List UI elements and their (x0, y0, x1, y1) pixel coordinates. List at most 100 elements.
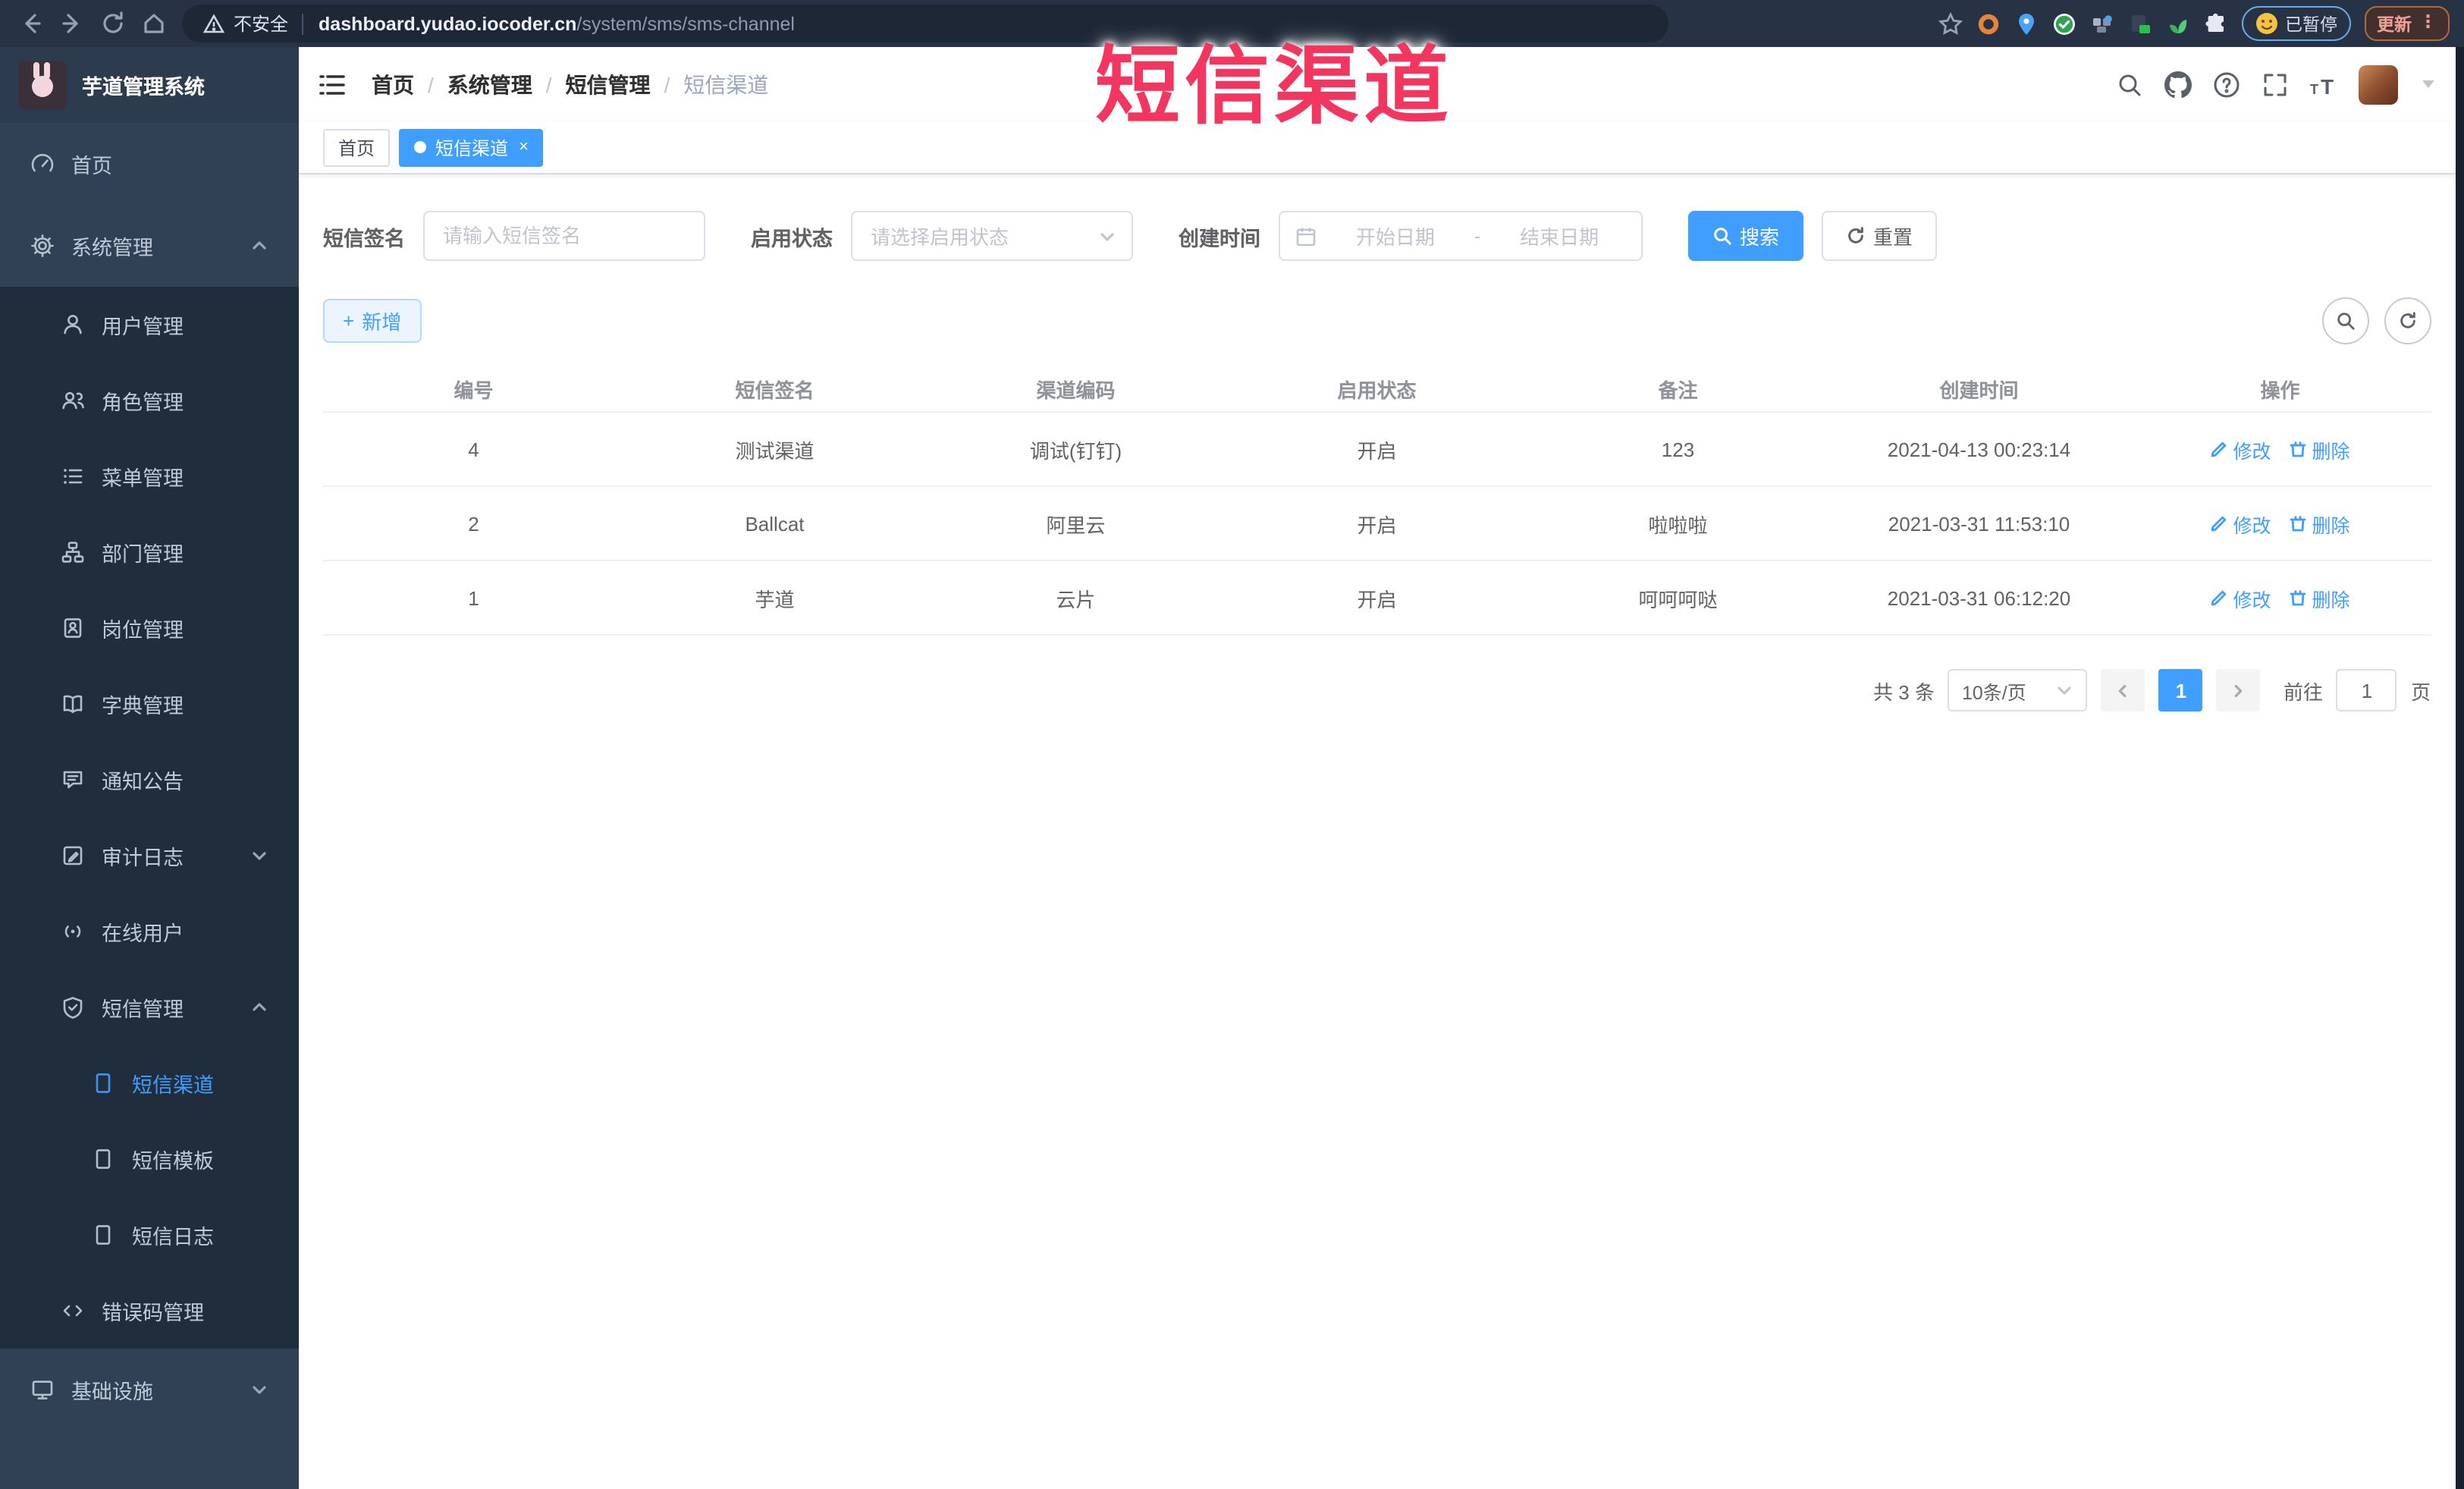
app-window: 不安全 dashboard.yudao.iocoder.cn/system/sm… (0, 0, 2464, 1489)
sidebar-item-system-mgmt[interactable]: 系统管理 (0, 205, 299, 287)
sidebar-item-sms-mgmt[interactable]: 短信管理 (0, 969, 299, 1045)
sidebar-item-user-mgmt[interactable]: 用户管理 (0, 287, 299, 363)
delete-link[interactable]: 删除 (2290, 509, 2350, 538)
prev-page-button[interactable] (2101, 669, 2145, 712)
chevron-up-icon (253, 1003, 266, 1011)
app-title: 芋道管理系统 (82, 76, 205, 99)
add-button[interactable]: + 新增 (323, 299, 422, 343)
end-date-placeholder[interactable]: 结束日期 (1493, 221, 1626, 250)
breadcrumb-home[interactable]: 首页 (372, 69, 414, 99)
home-icon[interactable] (141, 11, 167, 36)
profile-paused-badge[interactable]: 已暂停 (2241, 6, 2351, 41)
sidebar-item-sms-log[interactable]: 短信日志 (0, 1197, 299, 1273)
sidebar-item-home[interactable]: 首页 (0, 123, 299, 205)
next-page-button[interactable] (2216, 669, 2261, 712)
tag-home[interactable]: 首页 (323, 128, 391, 166)
goto-page-input[interactable] (2336, 669, 2397, 712)
tag-close-icon[interactable]: × (519, 138, 529, 155)
page-size-select[interactable]: 10条/页 (1948, 669, 2088, 712)
status-select[interactable]: 请选择启用状态 (851, 211, 1133, 261)
cell-id: 2 (468, 512, 479, 535)
search-button[interactable]: 搜索 (1688, 211, 1804, 261)
refresh-icon (1848, 227, 1863, 243)
extension-grid-icon[interactable] (2089, 11, 2114, 36)
refresh-table-button[interactable] (2384, 297, 2431, 344)
sidebar-item-dict-mgmt[interactable]: 字典管理 (0, 666, 299, 742)
sidebar-item-audit-log[interactable]: 审计日志 (0, 818, 299, 894)
sidebar-item-sms-template[interactable]: 短信模板 (0, 1121, 299, 1197)
extension-dark-icon[interactable] (2127, 11, 2152, 36)
app-logo[interactable]: 芋道管理系统 (0, 47, 299, 123)
sidebar-item-role-mgmt[interactable]: 角色管理 (0, 363, 299, 438)
chevron-down-icon (1100, 232, 1114, 240)
caret-down-icon[interactable] (2422, 80, 2434, 88)
sidebar-item-notice-mgmt[interactable]: 通知公告 (0, 742, 299, 818)
document-icon (96, 1073, 111, 1093)
toggle-search-button[interactable] (2321, 297, 2368, 344)
cell-code: 云片 (1056, 588, 1096, 611)
filter-form: 短信签名 启用状态 请选择启用状态 创建时间 开始日期 - 结束日期 搜索 重置 (323, 211, 2431, 261)
fullscreen-icon[interactable] (2261, 71, 2288, 98)
code-icon (63, 1305, 83, 1317)
extension-pin-icon[interactable] (2014, 11, 2038, 36)
table-toolbar: + 新增 (323, 297, 2431, 344)
browser-update-button[interactable]: 更新 ⋮ (2365, 6, 2449, 41)
chevron-right-icon (2235, 683, 2243, 697)
refresh-icon (2400, 312, 2415, 328)
total-count: 共 3 条 (1873, 680, 1935, 703)
sign-input[interactable] (423, 211, 705, 261)
cell-status: 开启 (1357, 588, 1397, 611)
back-icon[interactable] (18, 11, 44, 36)
bookmark-star-icon[interactable] (1938, 11, 1962, 36)
sidebar-item-sms-channel[interactable]: 短信渠道 (0, 1045, 299, 1121)
user-avatar[interactable] (2358, 64, 2397, 104)
github-icon[interactable] (2164, 71, 2191, 98)
page-number-1[interactable]: 1 (2158, 669, 2203, 712)
extension-check-icon[interactable] (2051, 11, 2076, 36)
start-date-placeholder[interactable]: 开始日期 (1329, 221, 1462, 250)
chevron-up-icon (253, 241, 266, 250)
extensions-puzzle-icon[interactable] (2203, 11, 2227, 36)
sidebar-item-label: 短信管理 (102, 998, 184, 1021)
gear-icon (31, 234, 54, 257)
help-icon[interactable] (2212, 71, 2240, 98)
edit-link[interactable]: 修改 (2210, 435, 2271, 463)
address-bar[interactable]: 不安全 dashboard.yudao.iocoder.cn/system/sm… (182, 5, 1668, 42)
sidebar-item-post-mgmt[interactable]: 岗位管理 (0, 590, 299, 666)
reset-button[interactable]: 重置 (1822, 211, 1938, 261)
search-icon[interactable] (2115, 71, 2142, 98)
security-label[interactable]: 不安全 (234, 11, 288, 36)
cell-sign: 芋道 (755, 588, 795, 611)
extension-orange-icon[interactable] (1976, 11, 2000, 36)
cell-status: 开启 (1357, 514, 1397, 536)
sidebar-item-label: 首页 (71, 155, 112, 177)
forward-icon[interactable] (59, 11, 85, 36)
document-icon (96, 1225, 111, 1245)
chevron-down-icon (253, 1386, 266, 1394)
tag-sms-channel[interactable]: 短信渠道 × (399, 128, 544, 166)
edit-link[interactable]: 修改 (2210, 583, 2271, 612)
warning-icon (203, 13, 224, 33)
sidebar-item-online-users[interactable]: 在线用户 (0, 894, 299, 969)
sidebar-item-infrastructure[interactable]: 基础设施 (0, 1349, 299, 1431)
delete-link[interactable]: 删除 (2290, 435, 2350, 463)
edit-link[interactable]: 修改 (2210, 509, 2271, 538)
cell-remark: 呵呵呵哒 (1638, 588, 1718, 611)
hamburger-icon[interactable] (317, 69, 347, 99)
delete-link[interactable]: 删除 (2290, 583, 2350, 612)
reload-icon[interactable] (100, 11, 126, 36)
tag-label: 短信渠道 (435, 137, 509, 159)
font-size-icon[interactable]: TT (2309, 71, 2337, 98)
breadcrumb-sms[interactable]: 短信管理 (566, 69, 651, 99)
sidebar-item-dept-mgmt[interactable]: 部门管理 (0, 514, 299, 590)
date-range-picker[interactable]: 开始日期 - 结束日期 (1279, 211, 1643, 261)
window-scrollbar[interactable] (2455, 47, 2464, 1489)
breadcrumb-system[interactable]: 系统管理 (447, 69, 532, 99)
page-url[interactable]: dashboard.yudao.iocoder.cn/system/sms/sm… (319, 13, 795, 34)
sidebar-item-menu-mgmt[interactable]: 菜单管理 (0, 438, 299, 514)
cell-remark: 啦啦啦 (1648, 514, 1708, 536)
sidebar-item-error-code[interactable]: 错误码管理 (0, 1273, 299, 1349)
cell-code: 调试(钉钉) (1029, 439, 1122, 462)
broadcast-icon (64, 925, 81, 938)
extension-leaf-icon[interactable] (2165, 11, 2189, 36)
